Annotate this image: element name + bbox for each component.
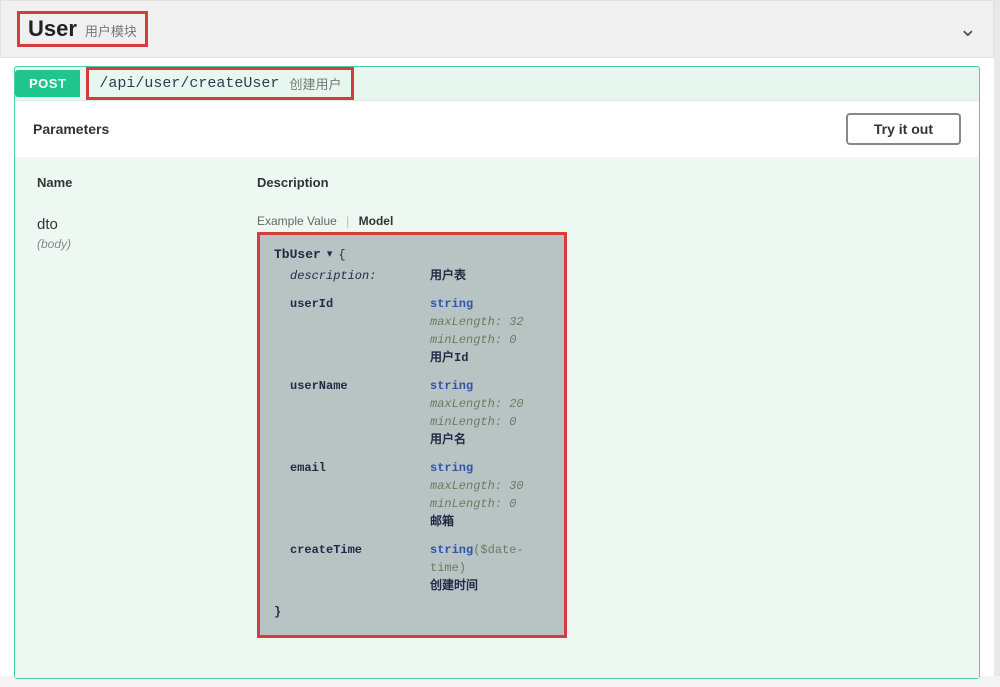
operation-path: /api/user/createUser (99, 75, 279, 92)
parameters-heading: Parameters (33, 121, 109, 137)
tab-separator: | (346, 214, 349, 228)
try-it-out-button[interactable]: Try it out (846, 113, 961, 145)
field-email-min: minLength: 0 (430, 497, 516, 511)
param-location: (body) (37, 237, 257, 251)
field-createTime-zh: 创建时间 (430, 579, 478, 593)
model-desc-key: description: (290, 267, 430, 285)
tab-model[interactable]: Model (359, 214, 394, 228)
field-email-zh: 邮箱 (430, 515, 454, 529)
tag-header[interactable]: User 用户模块 ⌄ (0, 0, 994, 58)
col-desc-header: Description (257, 175, 957, 190)
field-userName-max: maxLength: 20 (430, 397, 524, 411)
type-string: string (430, 461, 473, 475)
field-userName-min: minLength: 0 (430, 415, 516, 429)
model-collapse-icon[interactable]: ▾ (327, 247, 333, 264)
field-createTime-key: createTime (290, 541, 430, 595)
field-userName-zh: 用户名 (430, 433, 466, 447)
field-userId-min: minLength: 0 (430, 333, 516, 347)
model-schema-box: TbUser ▾ { description: 用户表 userId (257, 232, 567, 638)
model-desc-val: 用户表 (430, 267, 550, 285)
operation-header[interactable]: POST /api/user/createUser 创建用户 (15, 67, 979, 100)
field-email-key: email (290, 459, 430, 531)
field-userId-max: maxLength: 32 (430, 315, 524, 329)
model-name: TbUser (274, 245, 321, 265)
type-string: string (430, 543, 473, 557)
type-string: string (430, 379, 473, 393)
brace-open: { (338, 246, 345, 264)
http-method-badge: POST (15, 70, 80, 97)
field-userId-key: userId (290, 295, 430, 367)
tab-example-value[interactable]: Example Value (257, 214, 337, 228)
field-userId-zh: 用户Id (430, 351, 468, 365)
tag-name: User (28, 16, 77, 42)
field-userName-key: userName (290, 377, 430, 449)
type-string: string (430, 297, 473, 311)
param-table-header: Name Description (37, 175, 957, 190)
tag-description: 用户模块 (85, 21, 137, 40)
param-name: dto (37, 214, 257, 235)
operation-block: POST /api/user/createUser 创建用户 Parameter… (14, 66, 980, 679)
brace-close: } (274, 603, 550, 621)
param-row: dto (body) Example Value | Model TbUser (37, 214, 957, 638)
operation-summary: 创建用户 (289, 74, 341, 93)
col-name-header: Name (37, 175, 257, 190)
field-email-max: maxLength: 30 (430, 479, 524, 493)
chevron-down-icon[interactable]: ⌄ (959, 16, 977, 42)
